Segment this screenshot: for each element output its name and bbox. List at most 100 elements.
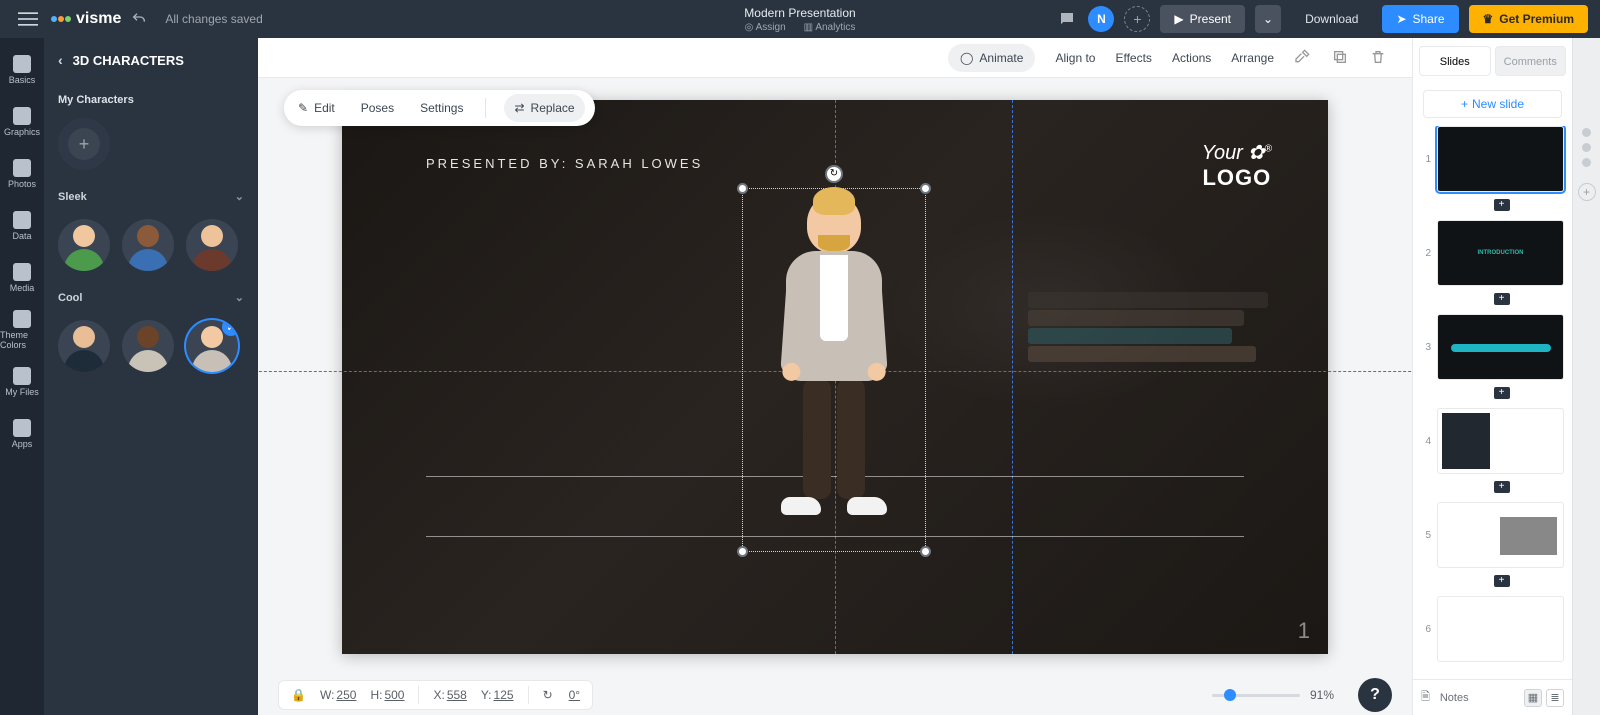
- download-button[interactable]: Download: [1291, 5, 1372, 33]
- canvas-stage[interactable]: PRESENTED BY: SARAH LOWES Your ✿® LOGO 1…: [258, 78, 1412, 675]
- app-name: visme: [76, 10, 121, 28]
- settings-button[interactable]: Settings: [416, 101, 467, 115]
- rotate-icon[interactable]: ↻: [543, 688, 553, 702]
- duplicate-icon[interactable]: [1332, 49, 1350, 67]
- selection-box[interactable]: ↻: [742, 188, 926, 552]
- help-button[interactable]: ?: [1358, 678, 1392, 712]
- slide-thumb-4[interactable]: [1437, 408, 1564, 474]
- resize-handle-bl[interactable]: [737, 546, 748, 557]
- poses-button[interactable]: Poses: [357, 101, 398, 115]
- premium-button[interactable]: ♛ Get Premium: [1469, 5, 1588, 33]
- rail-add[interactable]: +: [1578, 183, 1596, 201]
- tab-slides[interactable]: Slides: [1419, 46, 1491, 76]
- left-rail: Basics Graphics Photos Data Media Theme …: [0, 38, 44, 715]
- share-button[interactable]: ➤ Share: [1382, 5, 1458, 33]
- rail-media[interactable]: Media: [0, 252, 44, 304]
- notes-icon[interactable]: 🗎: [1421, 688, 1430, 707]
- character-cool-1[interactable]: [58, 320, 110, 372]
- my-characters-label: My Characters: [44, 82, 258, 112]
- separator: [485, 98, 486, 118]
- zoom-value[interactable]: 91%: [1310, 688, 1334, 702]
- actions-button[interactable]: Actions: [1172, 51, 1211, 65]
- new-slide-button[interactable]: + New slide: [1423, 90, 1562, 118]
- lock-icon[interactable]: 🔒: [291, 688, 306, 702]
- resize-handle-tl[interactable]: [737, 183, 748, 194]
- back-button[interactable]: ‹: [58, 52, 63, 68]
- comment-icon[interactable]: [1056, 8, 1078, 30]
- doc-title[interactable]: Modern Presentation: [744, 6, 855, 20]
- duplicate-slide-4[interactable]: [1439, 480, 1564, 494]
- duplicate-slide-2[interactable]: [1439, 292, 1564, 306]
- extra-rail: +: [1572, 38, 1600, 715]
- slide-thumb-5[interactable]: [1437, 502, 1564, 568]
- user-avatar[interactable]: N: [1088, 6, 1114, 32]
- character-figure[interactable]: [781, 195, 887, 515]
- zoom-slider[interactable]: [1212, 694, 1300, 697]
- rail-my-files[interactable]: My Files: [0, 356, 44, 408]
- slide-thumb-3[interactable]: [1437, 314, 1564, 380]
- delete-icon[interactable]: [1370, 49, 1388, 67]
- replace-button[interactable]: ⇄ Replace: [504, 94, 584, 122]
- rotation-field[interactable]: 0°: [567, 688, 580, 702]
- x-field[interactable]: X:558: [433, 688, 466, 702]
- category-cool[interactable]: Cool⌄: [44, 281, 258, 314]
- analytics-button[interactable]: ▥ Analytics: [804, 22, 856, 33]
- view-list-button[interactable]: ≣: [1546, 689, 1564, 707]
- rail-photos[interactable]: Photos: [0, 148, 44, 200]
- character-cool-3-selected[interactable]: [186, 320, 238, 372]
- rail-graphics[interactable]: Graphics: [0, 96, 44, 148]
- character-cool-2[interactable]: [122, 320, 174, 372]
- slides-panel: Slides Comments + New slide 1 2INTRODUCT…: [1412, 38, 1572, 715]
- duplicate-slide-5[interactable]: [1439, 574, 1564, 588]
- notes-label[interactable]: Notes: [1440, 692, 1469, 704]
- resize-handle-tr[interactable]: [920, 183, 931, 194]
- category-sleek[interactable]: Sleek⌄: [44, 180, 258, 213]
- chevron-down-icon: ⌄: [235, 190, 244, 203]
- save-status: All changes saved: [165, 12, 262, 26]
- rotate-handle[interactable]: ↻: [825, 165, 843, 183]
- height-field[interactable]: H:500: [370, 688, 404, 702]
- add-character[interactable]: +: [58, 118, 110, 170]
- status-bar: 🔒 W:250 H:500 X:558 Y:125 ↻ 0° 91% ?: [258, 675, 1412, 715]
- panel-title: 3D CHARACTERS: [73, 53, 184, 68]
- view-grid-button[interactable]: ▦: [1524, 689, 1542, 707]
- present-dropdown[interactable]: ⌄: [1255, 5, 1281, 33]
- eyedropper-icon[interactable]: [1294, 49, 1312, 67]
- menu-button[interactable]: [12, 3, 44, 35]
- edit-button[interactable]: ✎ Edit: [294, 101, 339, 115]
- present-button[interactable]: ▶ Present: [1160, 5, 1245, 33]
- character-sleek-3[interactable]: [186, 219, 238, 271]
- duplicate-slide-3[interactable]: [1439, 386, 1564, 400]
- y-field[interactable]: Y:125: [481, 688, 514, 702]
- slide-canvas[interactable]: PRESENTED BY: SARAH LOWES Your ✿® LOGO 1…: [342, 100, 1328, 654]
- rail-dot: [1582, 143, 1591, 152]
- slide-thumb-6[interactable]: [1437, 596, 1564, 662]
- top-bar: visme All changes saved Modern Presentat…: [0, 0, 1600, 38]
- logo-placeholder[interactable]: Your ✿® LOGO: [1202, 140, 1272, 191]
- rail-data[interactable]: Data: [0, 200, 44, 252]
- effects-button[interactable]: Effects: [1115, 51, 1151, 65]
- width-field[interactable]: W:250: [320, 688, 356, 702]
- slide-thumb-1[interactable]: [1437, 126, 1564, 192]
- arrange-button[interactable]: Arrange: [1231, 51, 1274, 65]
- logo-icon: [50, 12, 72, 26]
- app-logo: visme: [50, 10, 121, 28]
- animate-button[interactable]: ◯ Animate: [948, 44, 1035, 72]
- character-sleek-2[interactable]: [122, 219, 174, 271]
- add-collaborator[interactable]: +: [1124, 6, 1150, 32]
- presented-by-text[interactable]: PRESENTED BY: SARAH LOWES: [426, 156, 703, 171]
- rail-theme-colors[interactable]: Theme Colors: [0, 304, 44, 356]
- resize-handle-br[interactable]: [920, 546, 931, 557]
- characters-panel: ‹ 3D CHARACTERS My Characters + Sleek⌄ C…: [44, 38, 258, 715]
- rail-apps[interactable]: Apps: [0, 408, 44, 460]
- character-sleek-1[interactable]: [58, 219, 110, 271]
- rail-basics[interactable]: Basics: [0, 44, 44, 96]
- chevron-down-icon: ⌄: [235, 291, 244, 304]
- duplicate-slide-1[interactable]: [1439, 198, 1564, 212]
- assign-button[interactable]: ◎ Assign: [745, 22, 786, 33]
- tab-comments[interactable]: Comments: [1495, 46, 1567, 76]
- slide-thumb-2[interactable]: INTRODUCTION: [1437, 220, 1564, 286]
- alignto-button[interactable]: Align to: [1055, 51, 1095, 65]
- undo-button[interactable]: [131, 11, 147, 27]
- rail-dot: [1582, 158, 1591, 167]
